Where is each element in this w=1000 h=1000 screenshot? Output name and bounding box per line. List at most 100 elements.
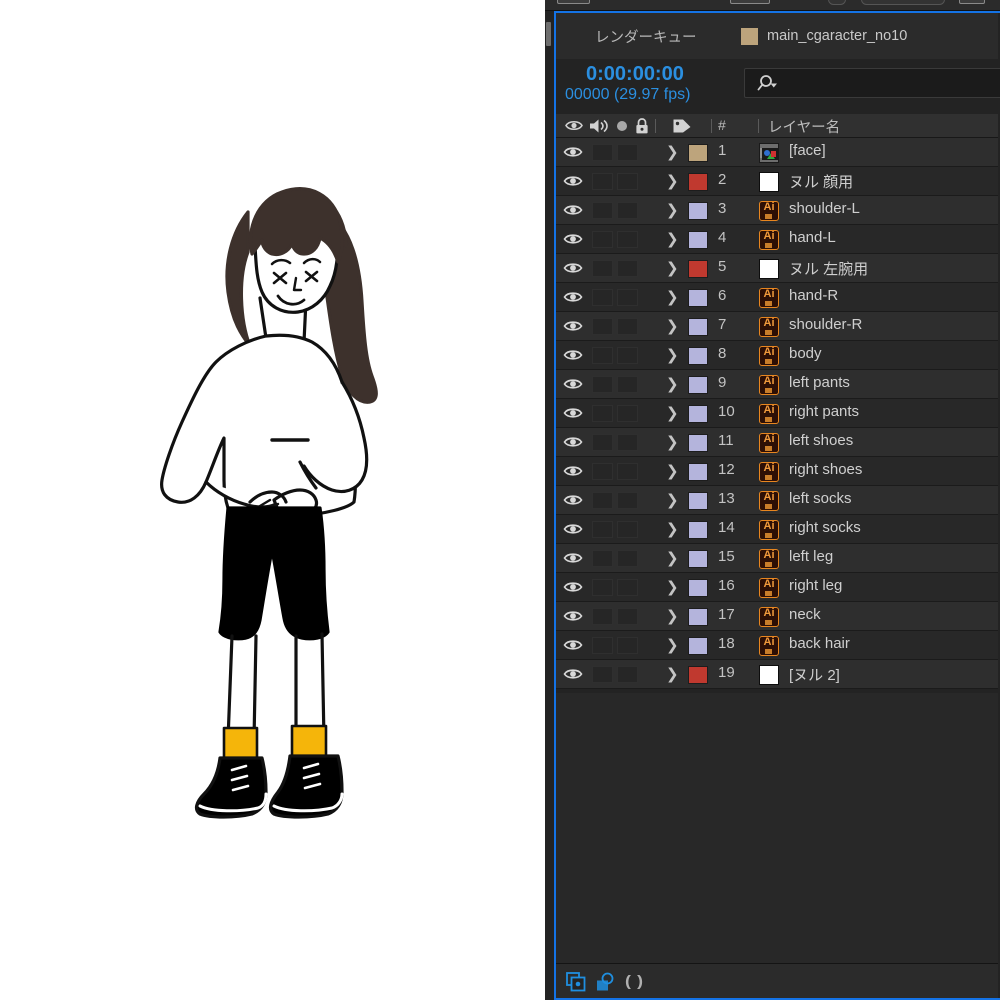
layer-expand-chevron-icon[interactable]: ❯ — [666, 231, 679, 248]
layer-expand-chevron-icon[interactable]: ❯ — [666, 434, 679, 451]
layer-solo-toggle[interactable] — [617, 637, 638, 654]
layer-solo-toggle[interactable] — [617, 405, 638, 422]
layer-name[interactable]: right socks — [789, 519, 861, 536]
layer-name[interactable]: left socks — [789, 490, 852, 507]
layer-label-color[interactable] — [688, 144, 708, 162]
layer-expand-chevron-icon[interactable]: ❯ — [666, 579, 679, 596]
layer-audio-toggle[interactable] — [592, 405, 613, 422]
layer-visibility-toggle[interactable] — [563, 143, 583, 161]
layer-solo-toggle[interactable] — [617, 608, 638, 625]
layer-label-color[interactable] — [688, 666, 708, 684]
toggle-switches-modes-icon[interactable] — [566, 972, 586, 992]
layer-visibility-toggle[interactable] — [563, 172, 583, 190]
layer-audio-toggle[interactable] — [592, 144, 613, 161]
layer-visibility-toggle[interactable] — [563, 549, 583, 567]
layer-label-color[interactable] — [688, 173, 708, 191]
layer-solo-toggle[interactable] — [617, 260, 638, 277]
toolbar-tool-5[interactable] — [959, 0, 985, 4]
layer-expand-chevron-icon[interactable]: ❯ — [666, 347, 679, 364]
layer-label-color[interactable] — [688, 260, 708, 278]
toolbar-tool-4[interactable] — [861, 0, 945, 5]
timeline-empty-area[interactable] — [556, 693, 998, 963]
layer-label-color[interactable] — [688, 463, 708, 481]
layer-audio-toggle[interactable] — [592, 463, 613, 480]
table-row[interactable]: ❯4Aihand-L — [556, 225, 998, 254]
layer-solo-toggle[interactable] — [617, 463, 638, 480]
layer-label-color[interactable] — [688, 608, 708, 626]
layer-solo-toggle[interactable] — [617, 202, 638, 219]
layer-audio-toggle[interactable] — [592, 202, 613, 219]
layer-name[interactable]: shoulder-R — [789, 316, 862, 333]
table-row[interactable]: ❯11Aileft shoes — [556, 428, 998, 457]
layer-name-column-label[interactable]: レイヤー名 — [768, 116, 840, 137]
table-row[interactable]: ❯3Aishoulder-L — [556, 196, 998, 225]
layer-name[interactable]: [ヌル 2] — [789, 664, 840, 685]
layer-audio-toggle[interactable] — [592, 173, 613, 190]
table-row[interactable]: ❯19[ヌル 2] — [556, 660, 998, 689]
layer-expand-chevron-icon[interactable]: ❯ — [666, 550, 679, 567]
layer-audio-toggle[interactable] — [592, 550, 613, 567]
panel-drag-handle[interactable] — [546, 22, 551, 46]
layer-expand-chevron-icon[interactable]: ❯ — [666, 173, 679, 190]
layer-name[interactable]: shoulder-L — [789, 200, 860, 217]
layer-expand-chevron-icon[interactable]: ❯ — [666, 405, 679, 422]
table-row[interactable]: ❯9Aileft pants — [556, 370, 998, 399]
layer-name[interactable]: body — [789, 345, 822, 362]
table-row[interactable]: ❯2ヌル 顔用 — [556, 167, 998, 196]
layer-label-color[interactable] — [688, 202, 708, 220]
tag-icon[interactable] — [672, 118, 692, 134]
layer-label-color[interactable] — [688, 550, 708, 568]
layer-name[interactable]: hand-L — [789, 229, 836, 246]
layer-solo-toggle[interactable] — [617, 144, 638, 161]
layer-visibility-toggle[interactable] — [563, 201, 583, 219]
layer-solo-toggle[interactable] — [617, 173, 638, 190]
layer-audio-toggle[interactable] — [592, 260, 613, 277]
index-column-label[interactable]: # — [718, 117, 726, 133]
layer-name[interactable]: ヌル 左腕用 — [789, 258, 868, 279]
table-row[interactable]: ❯8Aibody — [556, 341, 998, 370]
layer-name[interactable]: back hair — [789, 635, 850, 652]
layer-name[interactable]: [face] — [789, 142, 826, 159]
layer-solo-toggle[interactable] — [617, 550, 638, 567]
table-row[interactable]: ❯7Aishoulder-R — [556, 312, 998, 341]
layer-name[interactable]: left shoes — [789, 432, 853, 449]
layer-expand-chevron-icon[interactable]: ❯ — [666, 463, 679, 480]
layer-label-color[interactable] — [688, 347, 708, 365]
table-row[interactable]: ❯18Aiback hair — [556, 631, 998, 660]
layer-visibility-toggle[interactable] — [563, 375, 583, 393]
layer-visibility-toggle[interactable] — [563, 520, 583, 538]
table-row[interactable]: ❯12Airight shoes — [556, 457, 998, 486]
table-row[interactable]: ❯1[face] — [556, 138, 998, 167]
layer-solo-toggle[interactable] — [617, 434, 638, 451]
layer-visibility-toggle[interactable] — [563, 665, 583, 683]
layer-expand-chevron-icon[interactable]: ❯ — [666, 260, 679, 277]
eye-icon[interactable] — [565, 118, 583, 133]
table-row[interactable]: ❯5ヌル 左腕用 — [556, 254, 998, 283]
layer-expand-chevron-icon[interactable]: ❯ — [666, 492, 679, 509]
layer-solo-toggle[interactable] — [617, 579, 638, 596]
table-row[interactable]: ❯6Aihand-R — [556, 283, 998, 312]
layer-expand-chevron-icon[interactable]: ❯ — [666, 289, 679, 306]
layer-expand-chevron-icon[interactable]: ❯ — [666, 608, 679, 625]
layer-label-color[interactable] — [688, 492, 708, 510]
layer-audio-toggle[interactable] — [592, 521, 613, 538]
layer-visibility-toggle[interactable] — [563, 259, 583, 277]
layer-expand-chevron-icon[interactable]: ❯ — [666, 376, 679, 393]
layer-solo-toggle[interactable] — [617, 666, 638, 683]
layer-label-color[interactable] — [688, 521, 708, 539]
layer-solo-toggle[interactable] — [617, 347, 638, 364]
layer-visibility-toggle[interactable] — [563, 491, 583, 509]
layer-name[interactable]: left leg — [789, 548, 833, 565]
layer-visibility-toggle[interactable] — [563, 288, 583, 306]
layer-audio-toggle[interactable] — [592, 666, 613, 683]
current-timecode[interactable]: 0:00:00:00 — [586, 63, 684, 86]
table-row[interactable]: ❯14Airight socks — [556, 515, 998, 544]
search-input[interactable] — [744, 68, 1000, 98]
layer-name[interactable]: neck — [789, 606, 821, 623]
lock-icon[interactable] — [634, 118, 650, 135]
layer-name[interactable]: left pants — [789, 374, 850, 391]
layer-audio-toggle[interactable] — [592, 637, 613, 654]
solo-dot-icon[interactable] — [614, 118, 630, 134]
layer-expand-chevron-icon[interactable]: ❯ — [666, 144, 679, 161]
layer-expand-chevron-icon[interactable]: ❯ — [666, 318, 679, 335]
